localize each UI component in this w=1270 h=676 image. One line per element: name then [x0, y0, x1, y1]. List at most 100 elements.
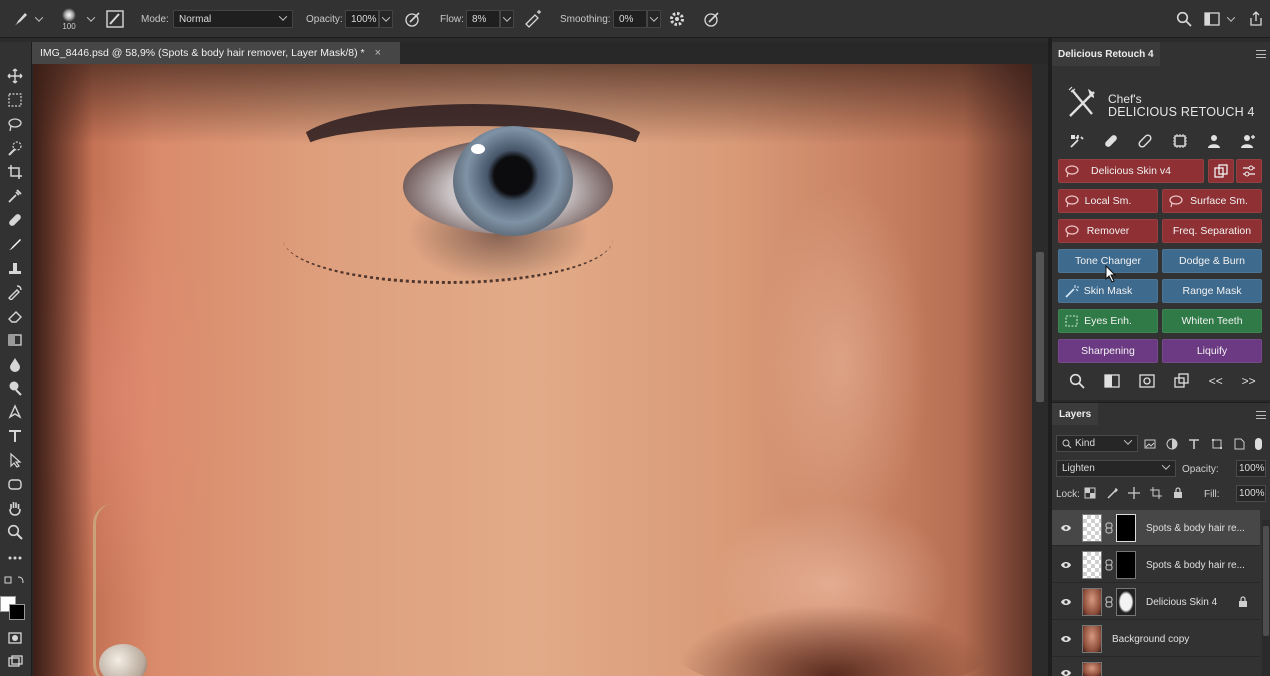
magic-brush-icon[interactable]	[1069, 133, 1085, 149]
remover-button[interactable]: Remover	[1058, 219, 1158, 243]
filter-toggle[interactable]	[1254, 438, 1262, 450]
background-color-swatch[interactable]	[9, 604, 25, 620]
shape-filter-icon[interactable]	[1211, 438, 1223, 450]
frequency-separation-button[interactable]: Freq. Separation	[1162, 219, 1262, 243]
dodge-burn-button[interactable]: Dodge & Burn	[1162, 249, 1262, 273]
layers-panel-tab[interactable]: Layers	[1052, 403, 1099, 425]
fill-field[interactable]: 100%	[1236, 485, 1266, 502]
healing-brush-tool-icon[interactable]	[4, 210, 26, 230]
workspace-icon[interactable]	[1204, 0, 1220, 38]
eyes-enhance-button[interactable]: Eyes Enh.	[1058, 309, 1158, 333]
layer-row-partial[interactable]	[1052, 658, 1260, 676]
chain-link-icon[interactable]	[1105, 596, 1113, 608]
smart-object-filter-icon[interactable]	[1233, 438, 1245, 450]
blend-mode-select[interactable]: Lighten	[1056, 460, 1176, 477]
close-icon[interactable]: ×	[375, 47, 381, 59]
tool-preset-dropdown[interactable]	[34, 0, 44, 38]
layers-menu-icon[interactable]	[1256, 411, 1266, 419]
dodge-tool-icon[interactable]	[4, 378, 26, 398]
pressure-opacity-icon[interactable]	[404, 0, 422, 38]
bandage-alt-icon[interactable]	[1137, 133, 1153, 149]
visibility-eye-icon[interactable]	[1060, 560, 1072, 570]
history-brush-tool-icon[interactable]	[4, 282, 26, 302]
layer-row[interactable]: Spots & body hair re...	[1052, 510, 1260, 546]
settings-sliders-button[interactable]	[1236, 159, 1262, 183]
delicious-skin-button[interactable]: Delicious Skin v4	[1058, 159, 1204, 183]
gear-icon[interactable]	[669, 0, 685, 38]
lock-transparency-icon[interactable]	[1084, 487, 1096, 499]
type-tool-icon[interactable]	[4, 426, 26, 446]
brush-settings-icon[interactable]	[106, 0, 124, 38]
zoom-tool-icon[interactable]	[4, 522, 26, 542]
move-tool-icon[interactable]	[4, 66, 26, 86]
plugin-panel-tab[interactable]: Delicious Retouch 4	[1052, 42, 1160, 66]
workspace-dropdown[interactable]	[1226, 0, 1236, 38]
lock-all-icon[interactable]	[1172, 487, 1184, 499]
compare-icon[interactable]	[1104, 373, 1120, 389]
smoothing-dropdown[interactable]	[647, 10, 661, 28]
layer-opacity-field[interactable]: 100%	[1236, 460, 1266, 477]
canvas-vertical-scrollbar[interactable]	[1032, 64, 1048, 676]
chip-icon[interactable]	[1172, 133, 1188, 149]
layer-thumbnail[interactable]	[1082, 551, 1102, 579]
screen-mode-icon[interactable]	[4, 652, 26, 672]
image-canvas[interactable]	[33, 64, 1032, 676]
eyedropper-tool-icon[interactable]	[4, 186, 26, 206]
liquify-button[interactable]: Liquify	[1162, 339, 1262, 363]
airbrush-icon[interactable]	[523, 0, 543, 38]
visibility-eye-icon[interactable]	[1060, 523, 1072, 533]
quick-mask-icon[interactable]	[4, 628, 26, 648]
visibility-eye-icon[interactable]	[1060, 668, 1072, 676]
opacity-dropdown[interactable]	[379, 10, 393, 28]
flow-dropdown[interactable]	[500, 10, 514, 28]
flow-field[interactable]: 8%	[466, 0, 514, 38]
layer-row[interactable]: Spots & body hair re...	[1052, 547, 1260, 583]
scrollbar-thumb[interactable]	[1036, 252, 1044, 402]
adjustment-filter-icon[interactable]	[1166, 438, 1178, 450]
pressure-size-icon[interactable]	[703, 0, 721, 38]
pen-tool-icon[interactable]	[4, 402, 26, 422]
gradient-tool-icon[interactable]	[4, 330, 26, 350]
layer-filter-select[interactable]: Kind	[1056, 435, 1138, 452]
hand-tool-icon[interactable]	[4, 498, 26, 518]
rectangle-tool-icon[interactable]	[4, 474, 26, 494]
previous-button[interactable]: <<	[1209, 374, 1223, 388]
chain-link-icon[interactable]	[1105, 522, 1113, 534]
clone-stamp-tool-icon[interactable]	[4, 258, 26, 278]
visibility-eye-icon[interactable]	[1060, 634, 1072, 644]
type-filter-icon[interactable]	[1188, 438, 1200, 450]
share-icon[interactable]	[1248, 0, 1264, 38]
document-tab[interactable]: IMG_8446.psd @ 58,9% (Spots & body hair …	[32, 42, 400, 64]
bandage-icon[interactable]	[1103, 133, 1119, 149]
lasso-tool-icon[interactable]	[4, 114, 26, 134]
layer-row[interactable]: Delicious Skin 4	[1052, 584, 1260, 620]
blur-tool-icon[interactable]	[4, 354, 26, 374]
panel-menu-icon[interactable]	[1256, 50, 1266, 58]
brush-tool-icon[interactable]	[10, 0, 30, 38]
eye-mask-icon[interactable]	[1139, 373, 1155, 389]
search-icon[interactable]	[1176, 0, 1192, 38]
layer-row[interactable]: Background copy	[1052, 621, 1260, 657]
eraser-tool-icon[interactable]	[4, 306, 26, 326]
range-mask-button[interactable]: Range Mask	[1162, 279, 1262, 303]
lock-pixels-icon[interactable]	[1106, 487, 1118, 499]
marquee-tool-icon[interactable]	[4, 90, 26, 110]
brush-preset-picker[interactable]: 100	[62, 0, 76, 38]
person-add-icon[interactable]	[1240, 133, 1256, 149]
surface-smoothing-button[interactable]: Surface Sm.	[1162, 189, 1262, 213]
duplicate-button[interactable]	[1208, 159, 1234, 183]
layers-copy-icon[interactable]	[1174, 373, 1190, 389]
layer-mask-thumbnail[interactable]	[1116, 514, 1136, 542]
next-button[interactable]: >>	[1242, 374, 1256, 388]
opacity-field[interactable]: 100%	[345, 0, 393, 38]
chain-link-icon[interactable]	[1105, 559, 1113, 571]
layer-thumbnail[interactable]	[1082, 662, 1102, 676]
swap-colors-icon[interactable]	[4, 574, 26, 588]
lock-position-icon[interactable]	[1128, 487, 1140, 499]
layer-mask-thumbnail[interactable]	[1116, 588, 1136, 616]
mode-select[interactable]: Normal	[173, 0, 293, 38]
visibility-eye-icon[interactable]	[1060, 597, 1072, 607]
layer-thumbnail[interactable]	[1082, 625, 1102, 653]
magnifier-icon[interactable]	[1069, 373, 1086, 389]
path-selection-tool-icon[interactable]	[4, 450, 26, 470]
